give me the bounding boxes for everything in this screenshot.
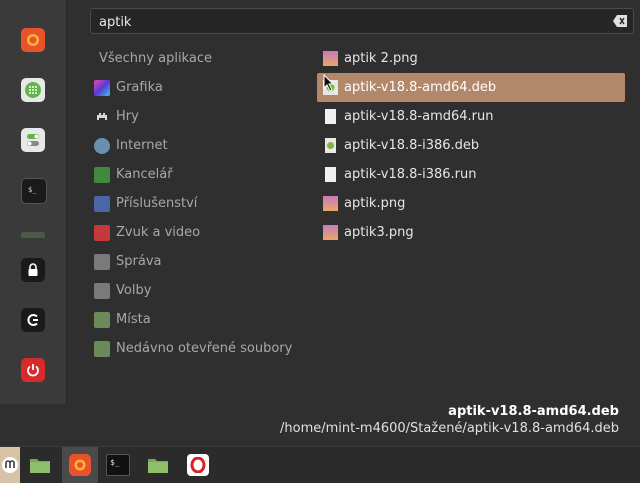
svg-text:$_: $_ [28, 186, 37, 194]
shutdown-button[interactable] [21, 358, 45, 382]
result-label: aptik-v18.8-amd64.deb [344, 80, 497, 95]
category-recent-files[interactable]: Nedávno otevřené soubory [94, 334, 304, 363]
category-internet[interactable]: Internet [94, 131, 304, 160]
internet-icon [94, 137, 110, 154]
search-input[interactable] [97, 12, 601, 32]
svg-text:$_: $_ [110, 458, 120, 467]
logout-button[interactable] [21, 308, 45, 332]
opera-icon [187, 454, 209, 476]
mint-logo-icon [2, 457, 18, 473]
folder-icon [148, 459, 168, 473]
category-places[interactable]: Místa [94, 305, 304, 334]
category-label: Grafika [116, 80, 163, 95]
category-label: Místa [116, 312, 151, 327]
result-label: aptik 2.png [344, 51, 418, 66]
result-label: aptik-v18.8-amd64.run [344, 109, 494, 124]
games-icon [94, 109, 110, 125]
category-preferences[interactable]: Volby [94, 276, 304, 305]
logout-icon [27, 314, 38, 326]
deb-package-icon [325, 138, 336, 153]
taskbar: $_ [0, 446, 640, 483]
category-label: Zvuk a video [116, 225, 201, 240]
category-office[interactable]: Kancelář [94, 160, 304, 189]
software-manager-button[interactable] [21, 78, 45, 102]
selection-info: aptik-v18.8-amd64.deb /home/mint-m4600/S… [280, 404, 619, 436]
opera-launcher[interactable] [180, 447, 216, 483]
terminal-button[interactable]: $_ [21, 178, 47, 204]
terminal-launcher[interactable]: $_ [100, 447, 136, 483]
result-label: aptik-v18.8-i386.run [344, 167, 477, 182]
menu-button[interactable] [0, 447, 20, 483]
image-icon [323, 51, 338, 66]
firefox-icon [27, 34, 39, 46]
list-item[interactable]: aptik-v18.8-i386.run [317, 160, 625, 189]
power-icon [27, 364, 39, 377]
list-item[interactable]: aptik3.png [317, 218, 625, 247]
lock-screen-button[interactable] [21, 258, 45, 282]
list-item[interactable]: aptik.png [317, 189, 625, 218]
category-label: Internet [116, 138, 168, 153]
clear-search-icon[interactable] [613, 15, 627, 27]
graphics-icon [94, 79, 110, 96]
category-label: Nedávno otevřené soubory [116, 341, 293, 356]
firefox-icon [69, 454, 91, 476]
list-item[interactable]: aptik-v18.8-amd64.deb [317, 73, 625, 102]
list-item[interactable]: aptik-v18.8-i386.deb [317, 131, 625, 160]
category-label: Volby [116, 283, 152, 298]
software-manager-icon [25, 82, 41, 98]
list-item[interactable]: aptik-v18.8-amd64.run [317, 102, 625, 131]
favorites-panel: $_ [0, 0, 67, 404]
category-administration[interactable]: Správa [94, 247, 304, 276]
category-sound-video[interactable]: Zvuk a video [94, 218, 304, 247]
lock-icon [28, 263, 38, 276]
terminal-icon: $_ [28, 186, 37, 194]
category-label: Příslušenství [116, 196, 198, 211]
category-label: Kancelář [116, 167, 173, 182]
category-label: Správa [116, 254, 162, 269]
category-label: Všechny aplikace [99, 51, 212, 66]
image-icon [323, 225, 338, 240]
folder-icon [94, 340, 110, 357]
category-all[interactable]: Všechny aplikace [94, 44, 304, 73]
category-accessories[interactable]: Příslušenství [94, 189, 304, 218]
category-list: Všechny aplikace Grafika Hry Internet Ka… [94, 44, 304, 363]
result-label: aptik3.png [344, 225, 414, 240]
administration-icon [94, 253, 110, 270]
file-icon [325, 167, 336, 182]
file-icon [325, 109, 336, 124]
result-label: aptik.png [344, 196, 406, 211]
selected-file-path: /home/mint-m4600/Stažené/aptik-v18.8-amd… [280, 421, 619, 436]
category-label: Hry [116, 109, 139, 124]
image-icon [323, 196, 338, 211]
result-label: aptik-v18.8-i386.deb [344, 138, 480, 153]
preferences-icon [94, 282, 110, 299]
sound-video-icon [94, 224, 110, 241]
terminal-icon: $_ [106, 454, 130, 476]
folder-icon [21, 232, 45, 238]
selected-file-name: aptik-v18.8-amd64.deb [448, 404, 619, 419]
list-item[interactable]: aptik 2.png [317, 44, 625, 73]
search-results: aptik 2.png aptik-v18.8-amd64.deb aptik-… [317, 44, 625, 247]
firefox-button[interactable] [21, 28, 45, 52]
folder-icon [30, 459, 50, 473]
category-games[interactable]: Hry [94, 102, 304, 131]
settings-button[interactable] [21, 128, 45, 152]
accessories-icon [94, 195, 110, 212]
office-icon [94, 166, 110, 183]
folder-icon [94, 311, 110, 328]
mouse-cursor-icon [323, 74, 335, 92]
firefox-launcher[interactable] [62, 447, 98, 483]
files-window-launcher[interactable] [140, 447, 176, 483]
toggle-settings-icon [27, 134, 39, 146]
files-launcher[interactable] [22, 447, 58, 483]
category-graphics[interactable]: Grafika [94, 73, 304, 102]
search-box[interactable] [90, 8, 634, 34]
